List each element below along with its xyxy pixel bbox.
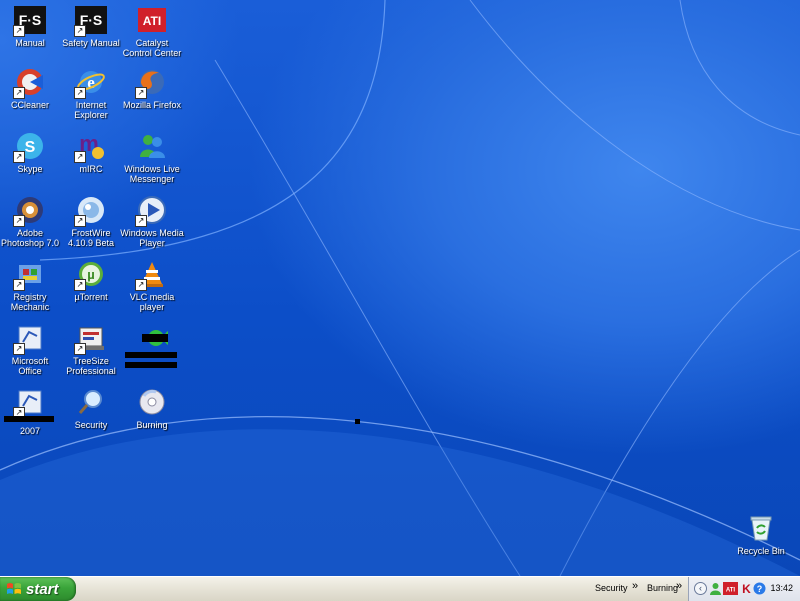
help-tray-icon[interactable]: ? [753,582,766,595]
icon-label: VLC media player [129,292,175,312]
toolbar-item-burning[interactable]: Burning [647,583,678,593]
svg-text:S: S [25,139,36,156]
redacted-icon [136,322,168,354]
firefox-icon: ↗ [135,66,168,99]
frostwire-icon: ↗ [74,194,107,227]
icon-label: Manual [15,38,45,48]
desktop-icon-frostwire[interactable]: ↗ FrostWire 4.10.9 Beta [58,194,124,248]
magnifier-icon [75,386,107,418]
icon-label: Windows Live Messenger [124,164,180,184]
desktop-icon-office-2007[interactable]: ↗ 2007 [0,386,63,436]
fs-icon: F·S ↗ [13,4,46,37]
desktop-icon-skype[interactable]: S ↗ Skype [0,130,63,174]
icon-label: Registry Mechanic [10,292,50,312]
icon-label: FrostWire 4.10.9 Beta [67,228,115,248]
desktop-icon-firefox[interactable]: ↗ Mozilla Firefox [119,66,185,110]
fs-icon: F·S ↗ [74,4,107,37]
icon-label: Microsoft Office [11,356,49,376]
cursor-marker [355,419,360,424]
icon-label: Burning [136,420,168,430]
office-folder-icon: ↗ [13,322,46,355]
registry-mechanic-icon: ↗ [13,258,46,291]
icon-label: 2007 [19,426,41,436]
icon-label: Safety Manual [62,38,120,48]
desktop-icon-mirc[interactable]: m ↗ mIRC [58,130,124,174]
toolbar-overflow-chevron[interactable]: » [676,580,682,592]
svg-text:µ: µ [87,267,95,282]
kaspersky-tray-icon[interactable]: K [740,582,753,595]
icon-label: Catalyst Control Center [122,38,182,58]
icon-label: Windows Media Player [120,228,184,248]
redacted-label-block [125,352,177,358]
desktop-icon-vlc[interactable]: ↗ VLC media player [119,258,185,312]
skype-icon: S ↗ [13,130,46,163]
desktop-icon-internet-explorer[interactable]: e ↗ Internet Explorer [58,66,124,120]
recycle-bin-icon [745,512,777,544]
show-hidden-icons-button[interactable]: ‹ [694,582,707,595]
icon-label: TreeSize Professional [66,356,116,376]
vlc-icon: ↗ [135,258,168,291]
ati-icon: ATI [136,4,168,36]
icon-label: mIRC [79,164,103,174]
desktop-icon-redacted[interactable] [119,322,185,368]
messenger-icon [136,130,168,162]
icon-label: Security [74,420,108,430]
desktop-icon-burning[interactable]: Burning [119,386,185,430]
redacted-label-block [4,416,54,422]
svg-text:?: ? [757,584,763,594]
icon-label: Skype [17,164,43,174]
start-label: start [26,580,59,598]
desktop-icon-manual[interactable]: F·S ↗ Manual [0,4,63,48]
cd-icon [136,386,168,418]
icon-label: Recycle Bin [737,546,785,556]
svg-text:ATI: ATI [143,14,161,28]
desktop-icon-photoshop[interactable]: ↗ Adobe Photoshop 7.0 [0,194,63,248]
desktop-icon-recycle-bin[interactable]: Recycle Bin [728,512,794,556]
media-player-icon: ↗ [135,194,168,227]
system-tray: ‹ ATI K ? 13:42 [688,577,800,601]
mirc-icon: m ↗ [74,130,107,163]
toolbar-separator-chevron[interactable]: » [632,580,638,592]
desktop-icon-catalyst[interactable]: ATI Catalyst Control Center [119,4,185,58]
icon-label: Adobe Photoshop 7.0 [0,228,60,248]
icon-label: Internet Explorer [74,100,108,120]
icon-label: CCleaner [10,100,50,110]
svg-text:K: K [742,582,751,595]
desktop-icon-microsoft-office[interactable]: ↗ Microsoft Office [0,322,63,376]
desktop-icon-safety-manual[interactable]: F·S ↗ Safety Manual [58,4,124,48]
toolbar-item-security[interactable]: Security [595,583,628,593]
internet-explorer-icon: e ↗ [74,66,107,99]
desktop-icon-registry-mechanic[interactable]: ↗ Registry Mechanic [0,258,63,312]
ati-tray-icon[interactable]: ATI [723,582,738,595]
office-folder-icon: ↗ [13,386,46,419]
desktop-icon-messenger[interactable]: Windows Live Messenger [119,130,185,184]
windows-flag-icon [7,583,21,594]
clock[interactable]: 13:42 [770,583,793,593]
start-button[interactable]: start [0,577,76,601]
ccleaner-icon: ↗ [13,66,46,99]
desktop-icon-treesize[interactable]: ↗ TreeSize Professional [58,322,124,376]
desktop-icon-security[interactable]: Security [58,386,124,430]
desktop-icon-utorrent[interactable]: µ ↗ µTorrent [58,258,124,302]
photoshop-icon: ↗ [13,194,46,227]
taskbar: start Security » Burning » ‹ ATI K ? 13:… [0,576,800,601]
desktop-icon-ccleaner[interactable]: ↗ CCleaner [0,66,63,110]
messenger-tray-icon[interactable] [709,582,722,595]
icon-label: µTorrent [74,292,108,302]
desktop[interactable]: F·S ↗ Manual ↗ CCleaner S ↗ Skype ↗ Adob… [0,0,800,576]
treesize-icon: ↗ [74,322,107,355]
icon-label: Mozilla Firefox [122,100,181,110]
utorrent-icon: µ ↗ [74,258,107,291]
svg-text:ATI: ATI [726,588,736,594]
redacted-label-block [125,362,177,368]
desktop-icon-media-player[interactable]: ↗ Windows Media Player [119,194,185,248]
